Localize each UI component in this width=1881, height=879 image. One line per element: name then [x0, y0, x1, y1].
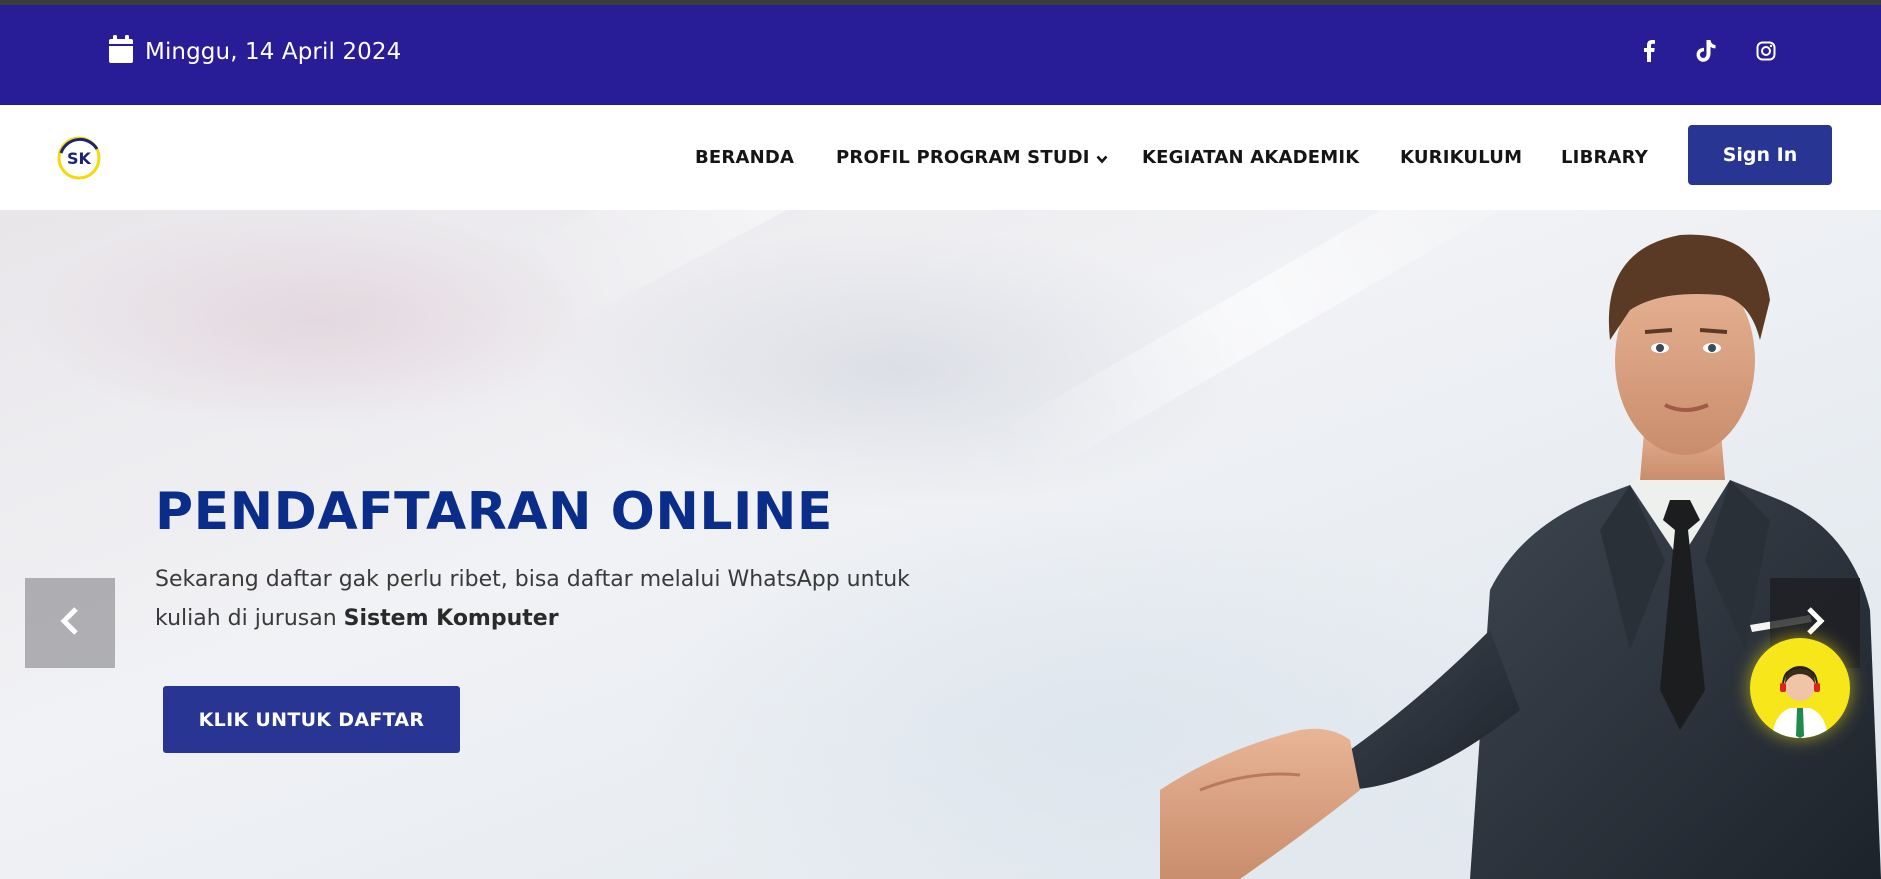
chevron-right-icon: [1804, 606, 1826, 641]
chevron-left-icon: [59, 606, 81, 641]
customer-support-button[interactable]: [1750, 638, 1850, 738]
register-cta-button[interactable]: KLIK UNTUK DAFTAR: [163, 686, 460, 753]
main-navbar: SK BERANDA PROFIL PROGRAM STUDI KEGIATAN…: [0, 105, 1881, 210]
date-display: Minggu, 14 April 2024: [109, 35, 401, 68]
slider-prev-button[interactable]: [25, 578, 115, 668]
hero-title: PENDAFTARAN ONLINE: [155, 482, 833, 542]
nav-item-kurikulum[interactable]: KURIKULUM: [1400, 147, 1522, 168]
chevron-down-icon: [1096, 148, 1108, 169]
nav-item-kegiatan-akademik[interactable]: KEGIATAN AKADEMIK: [1142, 147, 1359, 168]
nav-item-beranda[interactable]: BERANDA: [695, 147, 794, 168]
support-agent-icon: [1772, 666, 1828, 738]
sign-in-button[interactable]: Sign In: [1688, 125, 1832, 185]
calendar-icon: [109, 35, 133, 68]
top-info-bar: Minggu, 14 April 2024: [0, 5, 1881, 105]
hero-slider: PENDAFTARAN ONLINE Sekarang daftar gak p…: [0, 210, 1881, 879]
hero-description-highlight: Sistem Komputer: [343, 606, 559, 631]
nav-item-library[interactable]: LIBRARY: [1561, 147, 1648, 168]
hero-description: Sekarang daftar gak perlu ribet, bisa da…: [155, 560, 975, 638]
current-date: Minggu, 14 April 2024: [145, 38, 402, 65]
nav-item-profil-program-studi[interactable]: PROFIL PROGRAM STUDI: [836, 147, 1108, 169]
facebook-icon[interactable]: [1634, 36, 1664, 66]
tiktok-icon[interactable]: [1691, 36, 1721, 66]
hero-person-image: [1160, 234, 1881, 879]
nav-item-label: PROFIL PROGRAM STUDI: [836, 147, 1090, 168]
instagram-icon[interactable]: [1751, 36, 1781, 66]
nav-menu: BERANDA PROFIL PROGRAM STUDI KEGIATAN AK…: [0, 147, 1881, 177]
